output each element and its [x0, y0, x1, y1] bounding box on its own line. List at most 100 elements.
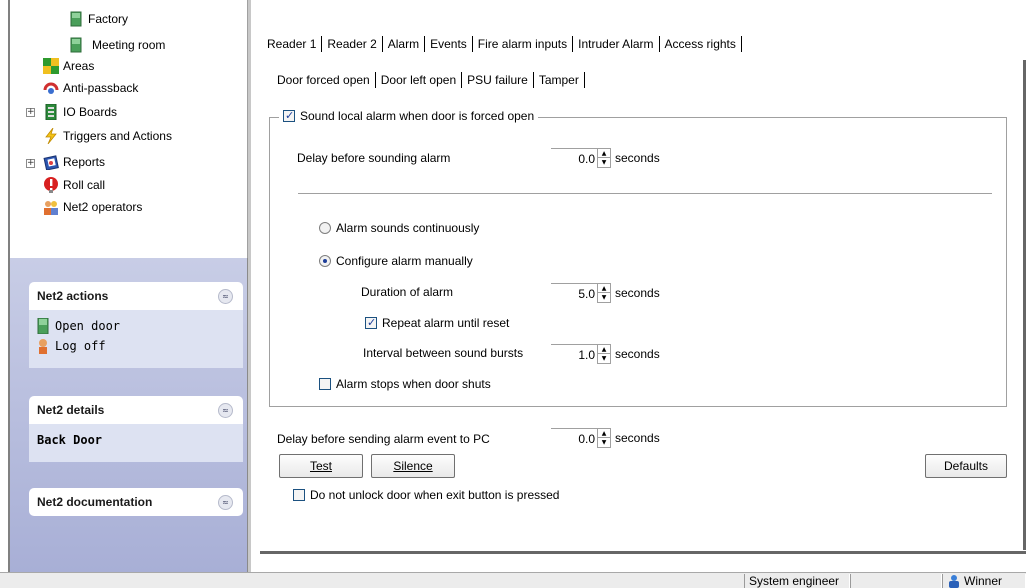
- stops-when-shuts-row[interactable]: Alarm stops when door shuts: [319, 377, 491, 391]
- tree-item-label: IO Boards: [63, 105, 118, 119]
- do-not-unlock-row[interactable]: Do not unlock door when exit button is p…: [293, 488, 559, 502]
- tab-reader-1[interactable]: Reader 1: [267, 36, 323, 52]
- collapse-chevron-icon[interactable]: ≈: [218, 288, 233, 304]
- spinner-buttons[interactable]: ▲ ▼: [597, 428, 611, 448]
- spin-up-icon[interactable]: ▲: [598, 149, 610, 158]
- unit-label: seconds: [615, 347, 660, 361]
- spin-down-icon[interactable]: ▼: [598, 354, 610, 363]
- tab-door-left-open[interactable]: Door left open: [376, 72, 463, 88]
- site-tree[interactable]: Factory Meeting room Areas Anti-passback…: [8, 0, 248, 258]
- anti-passback-icon: [43, 80, 59, 96]
- spin-down-icon[interactable]: ▼: [598, 293, 610, 302]
- alarm-continuous-radio-row[interactable]: Alarm sounds continuously: [319, 221, 479, 235]
- content-bottom-border: [260, 551, 1026, 554]
- tree-item-areas[interactable]: Areas: [43, 57, 94, 75]
- collapse-chevron-icon[interactable]: ≈: [218, 402, 233, 418]
- user-icon: [37, 338, 49, 354]
- duration-spinner[interactable]: 5.0 ▲ ▼ seconds: [551, 283, 660, 303]
- delay-sounding-value[interactable]: 0.0: [551, 148, 597, 168]
- door-icon: [68, 11, 84, 27]
- net2-details-title: Net2 details: [37, 403, 105, 417]
- door-icon: [37, 317, 49, 335]
- sub-tab-strip: Door forced open Door left open PSU fail…: [277, 72, 585, 88]
- delay-sounding-label: Delay before sounding alarm: [297, 151, 451, 165]
- net2-documentation-header[interactable]: Net2 documentation ≈: [29, 488, 243, 516]
- stops-when-shuts-checkbox[interactable]: [319, 378, 331, 390]
- spin-up-icon[interactable]: ▲: [598, 345, 610, 354]
- spin-down-icon[interactable]: ▼: [598, 438, 610, 447]
- repeat-until-reset-row[interactable]: Repeat alarm until reset: [365, 316, 509, 330]
- open-door-action[interactable]: Open door: [37, 316, 235, 336]
- reports-icon: [43, 154, 59, 171]
- repeat-until-reset-checkbox[interactable]: [365, 316, 377, 329]
- configure-manually-radio[interactable]: [319, 255, 331, 267]
- spinner-buttons[interactable]: ▲ ▼: [597, 283, 611, 303]
- left-gutter: [0, 0, 8, 572]
- tree-item-anti-passback[interactable]: Anti-passback: [43, 79, 138, 97]
- net2-actions-header[interactable]: Net2 actions ≈: [29, 282, 243, 310]
- expand-chevron-icon[interactable]: ≈: [218, 494, 233, 510]
- user-icon: [947, 574, 961, 588]
- tree-item-label: Triggers and Actions: [63, 129, 172, 143]
- configure-manually-radio-row[interactable]: Configure alarm manually: [319, 254, 473, 268]
- main-tab-strip: Reader 1 Reader 2 Alarm Events Fire alar…: [267, 36, 742, 52]
- expand-reports-button[interactable]: +: [26, 159, 35, 168]
- spinner-buttons[interactable]: ▲ ▼: [597, 344, 611, 364]
- tab-alarm[interactable]: Alarm: [383, 36, 426, 52]
- interval-value[interactable]: 1.0: [551, 344, 597, 364]
- tree-item-label: Factory: [88, 12, 129, 26]
- interval-spinner[interactable]: 1.0 ▲ ▼ seconds: [551, 344, 660, 364]
- tab-door-forced-open[interactable]: Door forced open: [277, 72, 376, 88]
- operators-icon: [43, 199, 59, 215]
- net2-details-header[interactable]: Net2 details ≈: [29, 396, 243, 424]
- delay-sounding-spinner[interactable]: 0.0 ▲ ▼ seconds: [551, 148, 660, 168]
- defaults-button-label: Defaults: [943, 459, 989, 473]
- defaults-button[interactable]: Defaults: [925, 454, 1007, 478]
- do-not-unlock-checkbox[interactable]: [293, 489, 305, 501]
- unit-label: seconds: [615, 286, 660, 300]
- spin-up-icon[interactable]: ▲: [598, 429, 610, 438]
- task-pane: Net2 actions ≈ Open door Log off Net2 de…: [8, 258, 248, 572]
- tab-psu-failure[interactable]: PSU failure: [462, 72, 534, 88]
- log-off-action[interactable]: Log off: [37, 336, 235, 356]
- tab-tamper[interactable]: Tamper: [534, 72, 585, 88]
- delay-sending-label: Delay before sending alarm event to PC: [277, 432, 490, 446]
- duration-label: Duration of alarm: [361, 285, 454, 299]
- tab-reader-2[interactable]: Reader 2: [322, 36, 383, 52]
- tree-item-meeting-room[interactable]: Meeting room: [68, 36, 165, 54]
- spin-down-icon[interactable]: ▼: [598, 158, 610, 167]
- delay-sending-value[interactable]: 0.0: [551, 428, 597, 448]
- tree-item-triggers-and-actions[interactable]: Triggers and Actions: [43, 127, 172, 145]
- interval-label: Interval between sound bursts: [363, 346, 524, 360]
- status-user-name: Winner: [964, 574, 1003, 588]
- tree-item-reports[interactable]: Reports: [43, 153, 105, 171]
- unit-label: seconds: [615, 151, 660, 165]
- tree-item-factory[interactable]: Factory: [68, 10, 128, 28]
- net2-actions-group: Net2 actions ≈ Open door Log off: [29, 282, 243, 368]
- tree-item-roll-call[interactable]: Roll call: [43, 176, 105, 194]
- status-role: System engineer: [744, 574, 850, 588]
- spin-up-icon[interactable]: ▲: [598, 284, 610, 293]
- log-off-label: Log off: [55, 339, 106, 353]
- net2-documentation-group: Net2 documentation ≈: [29, 488, 243, 516]
- alarm-continuous-radio[interactable]: [319, 222, 331, 234]
- expand-io-boards-button[interactable]: +: [26, 108, 35, 117]
- roll-call-icon: [43, 177, 59, 193]
- tab-fire-alarm-inputs[interactable]: Fire alarm inputs: [473, 36, 574, 52]
- tab-access-rights[interactable]: Access rights: [660, 36, 742, 52]
- tree-item-net2-operators[interactable]: Net2 operators: [43, 198, 142, 216]
- duration-value[interactable]: 5.0: [551, 283, 597, 303]
- test-button[interactable]: Test: [279, 454, 363, 478]
- do-not-unlock-label: Do not unlock door when exit button is p…: [310, 488, 560, 502]
- silence-button[interactable]: Silence: [371, 454, 455, 478]
- unit-label: seconds: [615, 431, 660, 445]
- io-board-icon: [43, 103, 59, 121]
- tab-events[interactable]: Events: [425, 36, 473, 52]
- delay-sending-spinner[interactable]: 0.0 ▲ ▼ seconds: [551, 428, 660, 448]
- sound-local-alarm-checkbox-row[interactable]: Sound local alarm when door is forced op…: [279, 109, 539, 123]
- tree-item-io-boards[interactable]: IO Boards: [43, 103, 117, 121]
- sound-local-alarm-checkbox[interactable]: [283, 109, 295, 122]
- tab-intruder-alarm[interactable]: Intruder Alarm: [573, 36, 660, 52]
- spinner-buttons[interactable]: ▲ ▼: [597, 148, 611, 168]
- stops-when-shuts-label: Alarm stops when door shuts: [336, 377, 491, 391]
